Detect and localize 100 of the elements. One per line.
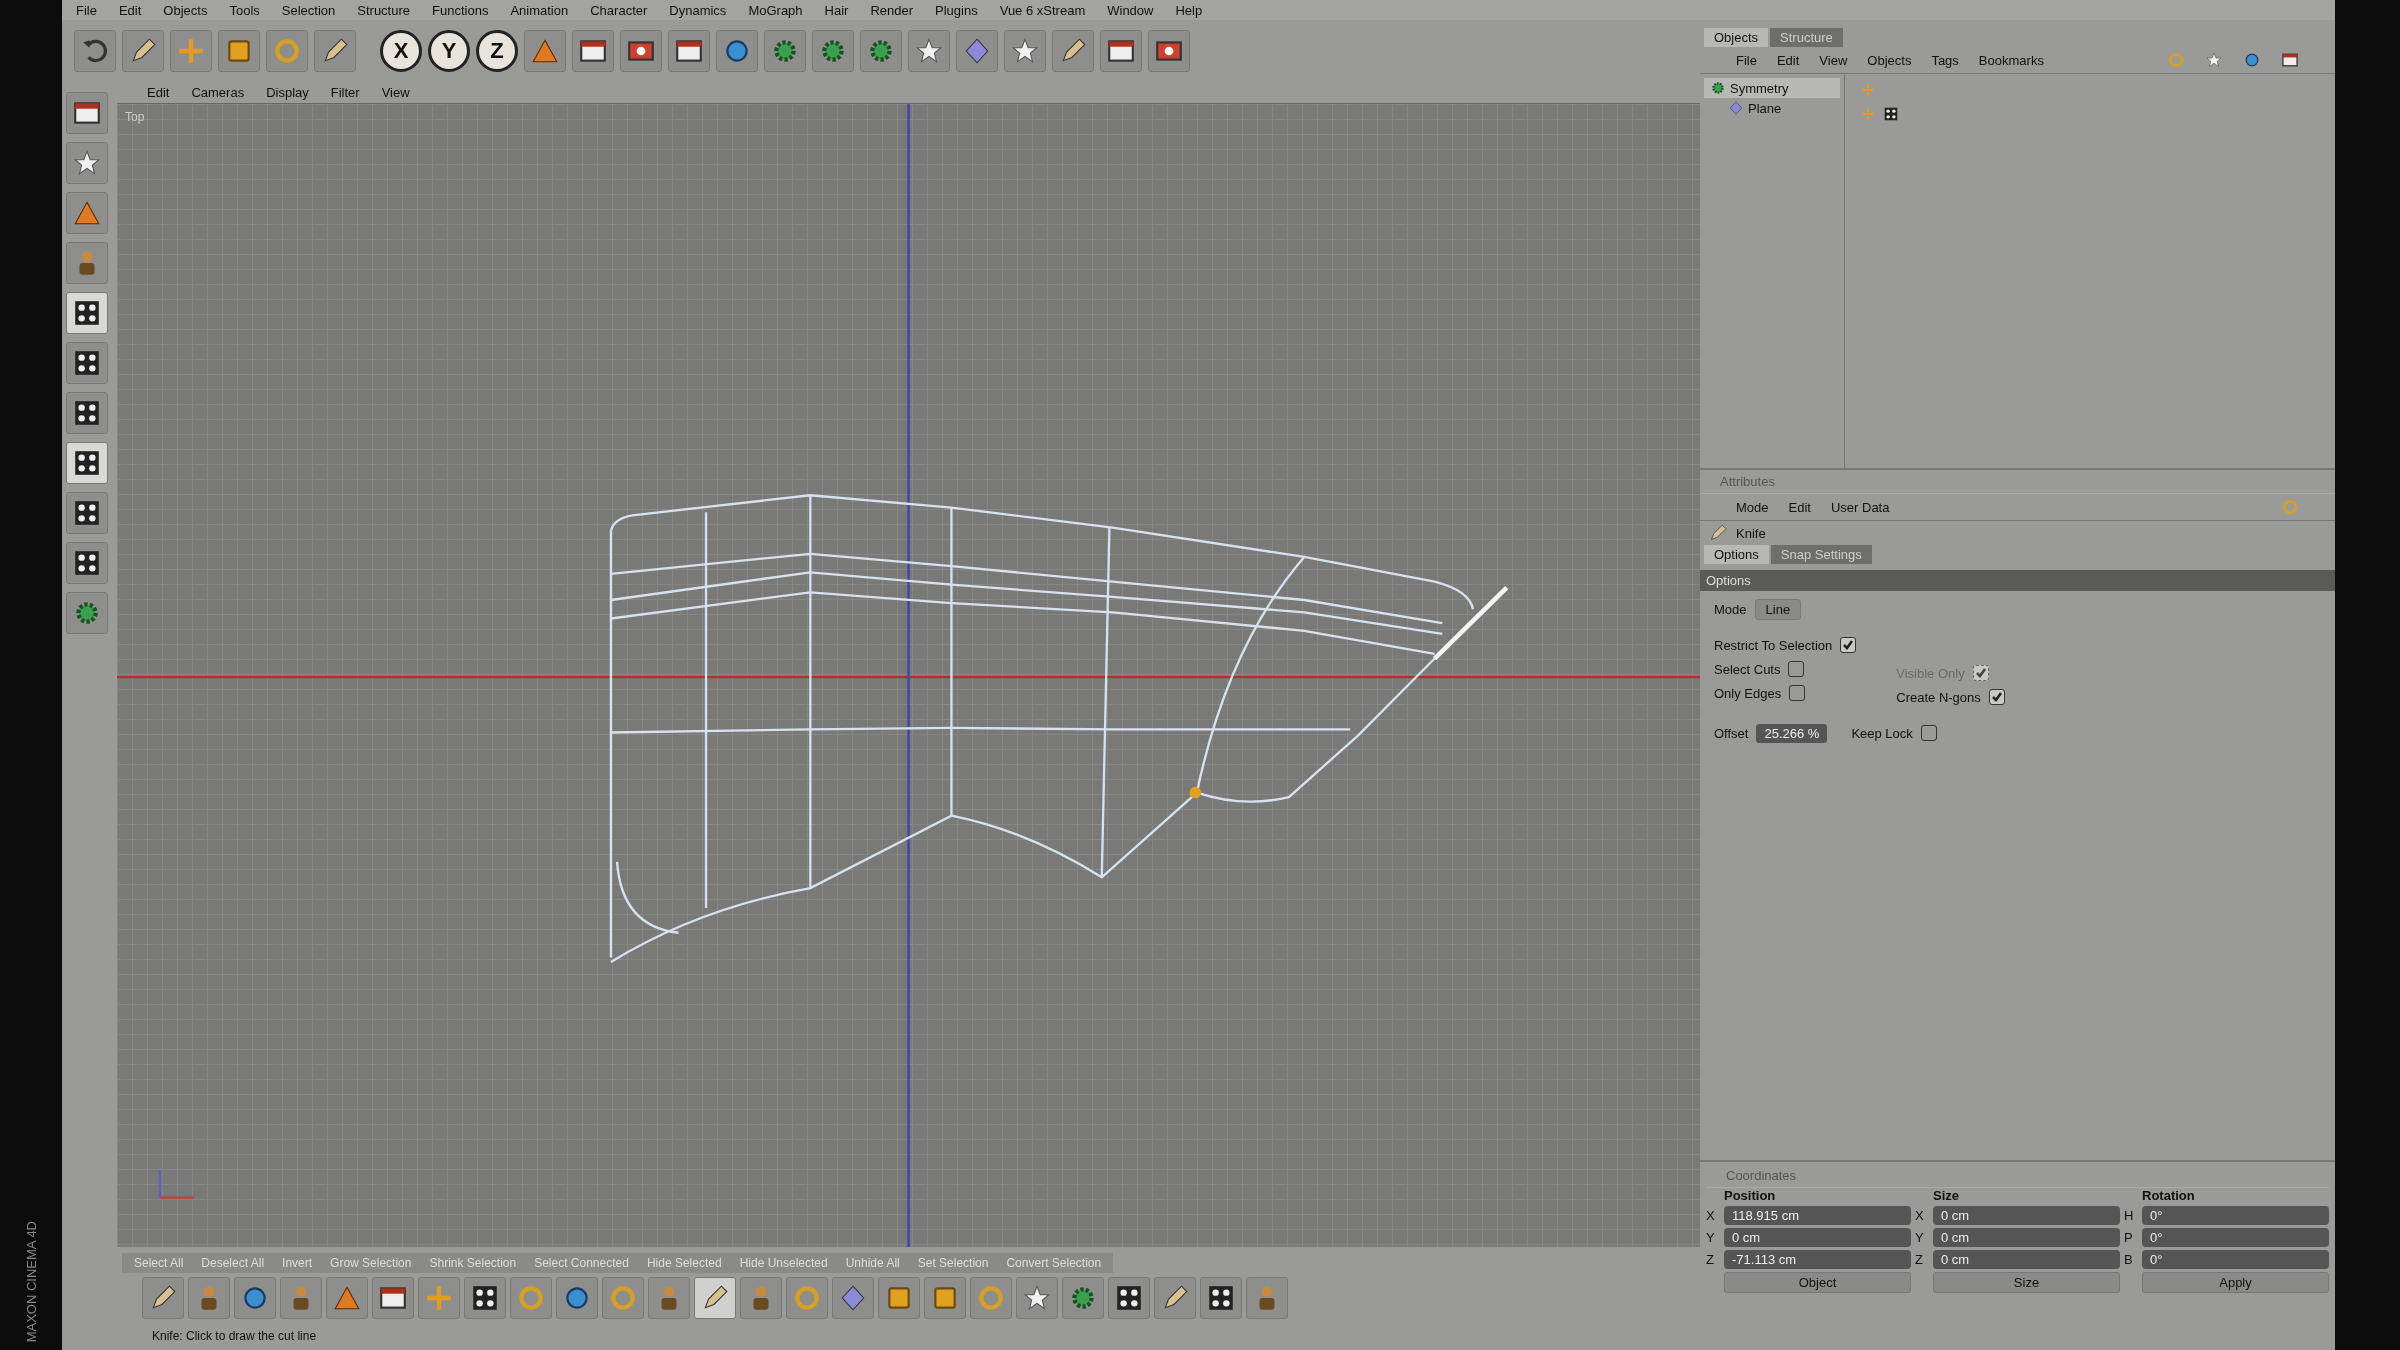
coordinate-dropdown[interactable]: Size [1933, 1272, 2120, 1293]
grid-tool[interactable] [66, 292, 108, 334]
figure-tool[interactable] [280, 1277, 322, 1319]
window-tool[interactable] [372, 1277, 414, 1319]
menu-item[interactable]: Objects [163, 2, 208, 18]
window-tool[interactable] [572, 30, 614, 72]
square-tool[interactable] [878, 1277, 920, 1319]
coordinate-field[interactable]: 0° [2142, 1206, 2329, 1225]
star-tool[interactable] [1004, 30, 1046, 72]
panel-tab[interactable]: Objects [1704, 28, 1769, 47]
menu-item[interactable]: MoGraph [748, 2, 803, 18]
grid-tool[interactable] [66, 442, 108, 484]
window-tool[interactable] [1100, 30, 1142, 72]
star-tool[interactable] [1016, 1277, 1058, 1319]
grid-tool[interactable] [66, 492, 108, 534]
coordinate-field[interactable]: 118.915 cm [1724, 1206, 1911, 1225]
pencil-tool[interactable] [1154, 1277, 1196, 1319]
menu-item[interactable]: View [381, 84, 410, 101]
menu-item[interactable]: View [1819, 52, 1848, 68]
checkbox[interactable] [1840, 637, 1857, 653]
menu-item[interactable]: Objects [1867, 52, 1912, 68]
square-tool[interactable] [218, 30, 260, 72]
diamond-tool[interactable] [956, 30, 998, 72]
checkbox[interactable] [1920, 725, 1937, 741]
axis-toggle[interactable]: Z [476, 30, 518, 72]
apply-button[interactable]: Apply [2142, 1272, 2329, 1293]
gear-tool[interactable] [860, 30, 902, 72]
menu-item[interactable]: User Data [1830, 499, 1890, 515]
grid-tool[interactable] [66, 342, 108, 384]
menu-item[interactable]: Vue 6 xStream [999, 2, 1086, 18]
gear-tool[interactable] [812, 30, 854, 72]
menu-item[interactable]: File [76, 2, 97, 18]
grid-tool[interactable] [464, 1277, 506, 1319]
menu-item[interactable]: Bookmarks [1978, 52, 2044, 68]
figure-tool[interactable] [648, 1277, 690, 1319]
menu-item[interactable]: Mode [1736, 499, 1769, 515]
undo-tool[interactable] [74, 30, 116, 72]
coordinate-field[interactable]: -71.113 cm [1724, 1250, 1911, 1269]
coordinate-field[interactable]: 0 cm [1724, 1228, 1911, 1247]
triangle-tool[interactable] [524, 30, 566, 72]
coordinate-field[interactable]: 0 cm [1933, 1206, 2120, 1225]
film-tool[interactable] [1148, 30, 1190, 72]
menu-item[interactable]: Plugins [935, 2, 978, 18]
window-tool[interactable] [668, 30, 710, 72]
menu-item[interactable]: Filter [330, 84, 360, 101]
window-tool[interactable] [66, 92, 108, 134]
menu-item[interactable]: Edit [118, 2, 142, 18]
menu-item[interactable]: Edit [1776, 52, 1800, 68]
panel-tab[interactable]: Options [1704, 545, 1769, 564]
menu-item[interactable]: Structure [357, 2, 411, 18]
offset-field[interactable]: 25.266 % [1756, 723, 1828, 743]
object-row[interactable]: Symmetry [1704, 78, 1840, 98]
menu-item[interactable]: Help [1175, 2, 1203, 18]
menu-item[interactable]: Render [870, 2, 914, 18]
pencil-tool[interactable] [142, 1277, 184, 1319]
coordinate-field[interactable]: 0 cm [1933, 1250, 2120, 1269]
axis-toggle[interactable]: X [380, 30, 422, 72]
film-tool[interactable] [620, 30, 662, 72]
triangle-tool[interactable] [66, 192, 108, 234]
diamond-tool[interactable] [832, 1277, 874, 1319]
star-tool[interactable] [66, 142, 108, 184]
circle-tool[interactable] [556, 1277, 598, 1319]
menu-item[interactable]: Character [590, 2, 648, 18]
menu-item[interactable]: Dynamics [669, 2, 727, 18]
menu-item[interactable]: Tools [229, 2, 260, 18]
menu-item[interactable]: Selection [281, 2, 336, 18]
menu-item[interactable]: Edit [1788, 499, 1811, 515]
checkbox[interactable] [1988, 689, 2005, 705]
menu-item[interactable]: Animation [510, 2, 569, 18]
menu-item[interactable]: Functions [432, 2, 489, 18]
coordinate-dropdown[interactable]: Object [1724, 1272, 1911, 1293]
object-row[interactable]: Plane [1722, 98, 1840, 118]
menu-item[interactable]: Display [266, 84, 309, 101]
menu-item[interactable]: Tags [1931, 52, 1959, 68]
pencil-tool[interactable] [314, 30, 356, 72]
grid-tool[interactable] [66, 392, 108, 434]
figure-tool[interactable] [66, 242, 108, 284]
menu-item[interactable]: Hair [824, 2, 849, 18]
coordinate-field[interactable]: 0° [2142, 1228, 2329, 1247]
checkbox[interactable] [1789, 685, 1806, 701]
coordinate-field[interactable]: 0 cm [1933, 1228, 2120, 1247]
circle-tool[interactable] [716, 30, 758, 72]
pencil-tool[interactable] [1052, 30, 1094, 72]
gear-tool[interactable] [764, 30, 806, 72]
grid-tool[interactable] [1108, 1277, 1150, 1319]
coordinate-field[interactable]: 0° [2142, 1250, 2329, 1269]
star-tool[interactable] [908, 30, 950, 72]
gear-tool[interactable] [66, 592, 108, 634]
axis-toggle[interactable]: Y [428, 30, 470, 72]
menu-item[interactable]: Edit [147, 84, 170, 101]
pencil-tool[interactable] [122, 30, 164, 72]
menu-item[interactable]: Cameras [191, 84, 245, 101]
grid-tool[interactable] [66, 542, 108, 584]
square-tool[interactable] [924, 1277, 966, 1319]
grid-tool[interactable] [1200, 1277, 1242, 1319]
circle-tool[interactable] [234, 1277, 276, 1319]
checkbox[interactable] [1788, 661, 1805, 677]
figure-tool[interactable] [740, 1277, 782, 1319]
pencil-tool[interactable] [694, 1277, 736, 1319]
menu-item[interactable]: Window [1107, 2, 1154, 18]
